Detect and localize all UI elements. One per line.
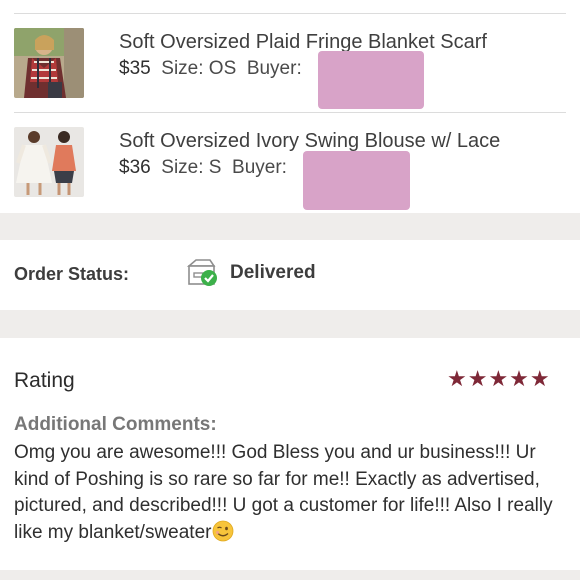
buyer-label: Buyer: bbox=[232, 157, 287, 178]
item-price: $35 bbox=[119, 58, 151, 79]
list-item[interactable]: Soft Oversized Plaid Fringe Blanket Scar… bbox=[0, 14, 580, 112]
item-title[interactable]: Soft Oversized Plaid Fringe Blanket Scar… bbox=[119, 31, 487, 54]
order-items-section: Soft Oversized Plaid Fringe Blanket Scar… bbox=[0, 0, 580, 213]
item-price: $36 bbox=[119, 157, 151, 178]
rating-title: Rating bbox=[14, 369, 75, 392]
star-rating: ★★★★★ bbox=[447, 366, 551, 391]
item-meta: $35 Size: OS Buyer: bbox=[119, 58, 302, 80]
comments-label: Additional Comments: bbox=[14, 414, 217, 435]
item-size: Size: OS bbox=[161, 58, 237, 79]
buyer-label: Buyer: bbox=[246, 58, 302, 79]
order-status-value: Delivered bbox=[230, 262, 316, 283]
product-thumbnail[interactable] bbox=[14, 28, 84, 98]
product-thumbnail[interactable] bbox=[14, 127, 84, 197]
comments-text: Omg you are awesome!!! God Bless you and… bbox=[14, 440, 570, 546]
item-size: Size: S bbox=[161, 157, 222, 178]
comments-body-text: Omg you are awesome!!! God Bless you and… bbox=[14, 442, 553, 543]
winking-face-emoji-icon bbox=[212, 520, 234, 542]
buyer-redaction bbox=[318, 51, 424, 109]
item-title[interactable]: Soft Oversized Ivory Swing Blouse w/ Lac… bbox=[119, 130, 500, 153]
list-item[interactable]: Soft Oversized Ivory Swing Blouse w/ Lac… bbox=[0, 113, 580, 211]
order-status-label: Order Status: bbox=[14, 264, 130, 284]
buyer-redaction bbox=[303, 151, 410, 210]
delivered-box-check-icon bbox=[186, 258, 220, 288]
item-meta: $36 Size: S Buyer: bbox=[119, 157, 287, 179]
